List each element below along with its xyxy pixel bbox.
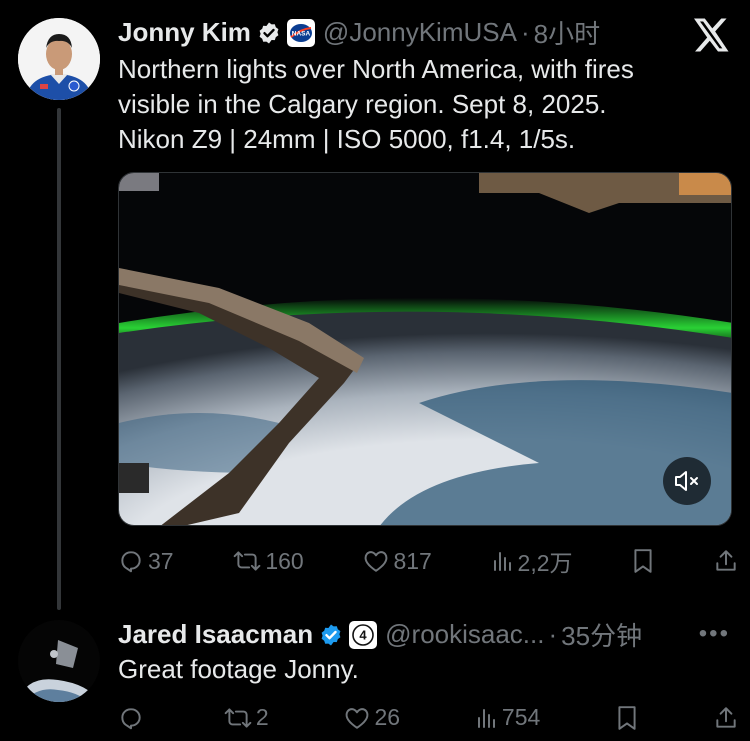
reply-actions: 2 26 754 <box>118 704 738 731</box>
aurora-earth-image <box>119 173 731 525</box>
views-icon <box>493 552 511 571</box>
views-icon <box>477 708 495 728</box>
avatar-jonny-kim[interactable] <box>18 18 100 100</box>
svg-text:4: 4 <box>360 627 368 642</box>
reply-text: Great footage Jonny. <box>118 654 359 684</box>
tweet-actions: 37 160 817 2,2万 <box>118 544 738 578</box>
bookmark-button[interactable] <box>616 705 638 731</box>
reply-author-name[interactable]: Jared Isaacman <box>118 619 313 650</box>
repost-icon <box>224 707 252 728</box>
more-options-icon[interactable]: ••• <box>699 620 730 648</box>
reply-icon <box>121 551 141 573</box>
repost-button[interactable]: 2 <box>224 704 269 731</box>
reply-header: Jared Isaacman 4 @rookisaac... · 35分钟 <box>118 616 642 653</box>
repost-count: 2 <box>255 704 269 730</box>
mute-button[interactable] <box>663 457 711 505</box>
affiliate-badge-icon[interactable]: 4 <box>349 620 378 649</box>
reply-author-handle[interactable]: @rookisaac... <box>385 619 544 650</box>
separator-dot: · <box>548 619 558 649</box>
reply-time[interactable]: 35分钟 <box>561 616 642 653</box>
reply-button[interactable] <box>118 705 148 731</box>
reply-icon <box>121 707 141 729</box>
share-button[interactable] <box>714 548 738 574</box>
thread-connector-line <box>57 108 61 610</box>
repost-button[interactable]: 160 <box>233 547 304 575</box>
share-icon <box>716 706 736 728</box>
like-count: 26 <box>374 704 401 730</box>
bookmark-icon <box>634 549 652 573</box>
separator-dot: · <box>520 17 530 47</box>
share-button[interactable] <box>714 705 738 731</box>
share-icon <box>716 550 736 571</box>
repost-count: 160 <box>265 547 304 574</box>
astronaut-portrait-icon <box>18 18 100 100</box>
reply-count: 37 <box>148 547 174 574</box>
repost-icon <box>233 551 261 571</box>
like-button[interactable]: 26 <box>344 704 400 731</box>
tweet-video[interactable] <box>118 172 732 526</box>
verified-badge-icon <box>257 21 281 45</box>
bookmark-button[interactable] <box>632 548 654 574</box>
heart-icon <box>346 707 369 729</box>
reply-button[interactable]: 37 <box>118 548 174 575</box>
views-button[interactable]: 2,2万 <box>492 544 573 578</box>
nasa-logo-icon[interactable]: NASA <box>286 18 315 47</box>
tweet-header: Jonny Kim NASA @JonnyKimUSA · 8小时 <box>118 14 600 51</box>
views-button[interactable]: 754 <box>476 704 540 731</box>
verified-badge-icon <box>319 623 343 647</box>
author-name[interactable]: Jonny Kim <box>118 17 251 48</box>
tweet-time[interactable]: 8小时 <box>534 14 600 51</box>
like-count: 817 <box>393 547 432 574</box>
avatar-jared-isaacman[interactable] <box>18 620 100 702</box>
author-handle[interactable]: @JonnyKimUSA <box>323 17 517 48</box>
earth-capsule-avatar-icon <box>18 620 100 702</box>
svg-text:NASA: NASA <box>292 30 311 37</box>
like-button[interactable]: 817 <box>363 547 432 575</box>
heart-icon <box>365 551 388 572</box>
bookmark-icon <box>618 705 636 730</box>
tweet-text: Northern lights over North America, with… <box>118 54 634 154</box>
view-count: 2,2万 <box>517 550 573 576</box>
view-count: 754 <box>501 704 541 730</box>
muted-speaker-icon <box>675 471 698 491</box>
